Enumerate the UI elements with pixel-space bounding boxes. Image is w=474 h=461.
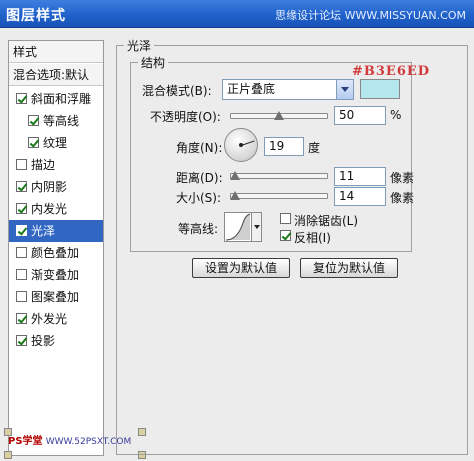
color-hex-note: #B3E6ED [352,64,431,79]
gradient-overlay-checkbox[interactable] [16,269,27,280]
sidebar-item-pattern-overlay[interactable]: 图案叠加 [9,286,103,308]
distance-unit: 像素 [390,171,415,185]
distance-input[interactable]: 11 [334,167,386,186]
sidebar-item-drop-shadow[interactable]: 投影 [9,330,103,352]
size-label: 大小(S): [176,191,222,205]
contour-checkbox[interactable] [28,115,39,126]
angle-needle-icon [241,140,255,146]
sidebar-item-label: 斜面和浮雕 [31,92,92,106]
structure-group-title: 结构 [138,54,169,71]
footer-logo-ps: PS学堂 [8,436,43,447]
chevron-down-icon[interactable] [251,213,261,241]
inner-glow-checkbox[interactable] [16,203,27,214]
opacity-label: 不透明度(O): [150,110,221,124]
distance-slider-track[interactable] [230,173,328,179]
inner-shadow-checkbox[interactable] [16,181,27,192]
blending-options-default[interactable]: 混合选项:默认 [9,64,103,86]
styles-header[interactable]: 样式 [9,41,103,63]
distance-slider-thumb[interactable] [230,171,240,180]
contour-picker[interactable] [224,212,262,242]
stroke-checkbox[interactable] [16,159,27,170]
sidebar-item-label: 光泽 [31,224,56,238]
opacity-unit: % [390,108,402,122]
sidebar-item-label: 描边 [31,158,56,172]
sidebar-item-label: 内阴影 [31,180,68,194]
sidebar-item-bevel-emboss[interactable]: 斜面和浮雕 [9,88,103,110]
sidebar-item-label: 颜色叠加 [31,246,80,260]
logo-corner-mark [4,451,12,459]
opacity-input[interactable]: 50 [334,106,386,125]
watermark: 思缘设计论坛 WWW.MISSYUAN.COM [275,9,466,22]
angle-unit: 度 [308,141,321,155]
satin-color-swatch[interactable] [360,79,400,99]
angle-input[interactable]: 19 [264,137,304,156]
sidebar-item-label: 内发光 [31,202,68,216]
sidebar-item-texture[interactable]: 纹理 [9,132,103,154]
satin-checkbox[interactable] [16,225,27,236]
footer-logo: PS学堂 WWW.52PSXT.COM [8,432,131,447]
bevel-emboss-checkbox[interactable] [16,93,27,104]
texture-checkbox[interactable] [28,137,39,148]
sidebar-item-label: 投影 [31,334,56,348]
pattern-overlay-checkbox[interactable] [16,291,27,302]
blend-mode-value: 正片叠底 [227,82,276,96]
window-title: 图层样式 [6,8,66,24]
size-unit: 像素 [390,191,415,205]
blend-mode-label: 混合模式(B): [142,84,212,98]
sidebar-item-color-overlay[interactable]: 颜色叠加 [9,242,103,264]
contour-label: 等高线: [178,222,219,236]
make-default-button[interactable]: 设置为默认值 [192,258,290,278]
opacity-slider-thumb[interactable] [274,111,284,120]
sidebar-item-satin[interactable]: 光泽 [9,220,103,242]
sidebar-item-label: 外发光 [31,312,68,326]
drop-shadow-checkbox[interactable] [16,335,27,346]
angle-dial[interactable] [224,128,258,162]
satin-group-title: 光泽 [124,37,155,54]
title-bar: 图层样式 思缘设计论坛 WWW.MISSYUAN.COM [0,0,474,28]
styles-list: 样式 混合选项:默认 斜面和浮雕 等高线 纹理 描边 内阴影 内发光 光泽 颜色… [8,40,104,456]
sidebar-item-inner-glow[interactable]: 内发光 [9,198,103,220]
sidebar-item-label: 图案叠加 [31,290,80,304]
sidebar-item-label: 纹理 [43,136,68,150]
anti-alias-label: 消除锯齿(L) [294,214,359,228]
sidebar-item-outer-glow[interactable]: 外发光 [9,308,103,330]
sidebar-item-label: 渐变叠加 [31,268,80,282]
color-overlay-checkbox[interactable] [16,247,27,258]
reset-default-button[interactable]: 复位为默认值 [300,258,398,278]
invert-checkbox[interactable] [280,230,291,241]
size-slider-track[interactable] [230,193,328,199]
sidebar-item-contour[interactable]: 等高线 [9,110,103,132]
blend-mode-select[interactable]: 正片叠底 [222,79,354,100]
angle-center-icon [239,143,243,147]
outer-glow-checkbox[interactable] [16,313,27,324]
angle-label: 角度(N): [176,141,223,155]
size-input[interactable]: 14 [334,187,386,206]
sidebar-item-inner-shadow[interactable]: 内阴影 [9,176,103,198]
invert-label: 反相(I) [294,231,331,245]
sidebar-item-label: 等高线 [43,114,80,128]
chevron-down-icon[interactable] [336,80,353,99]
sidebar-item-stroke[interactable]: 描边 [9,154,103,176]
distance-label: 距离(D): [176,171,223,185]
size-slider-thumb[interactable] [230,191,240,200]
anti-alias-checkbox[interactable] [280,213,291,224]
sidebar-item-gradient-overlay[interactable]: 渐变叠加 [9,264,103,286]
contour-curve-icon [225,213,251,241]
